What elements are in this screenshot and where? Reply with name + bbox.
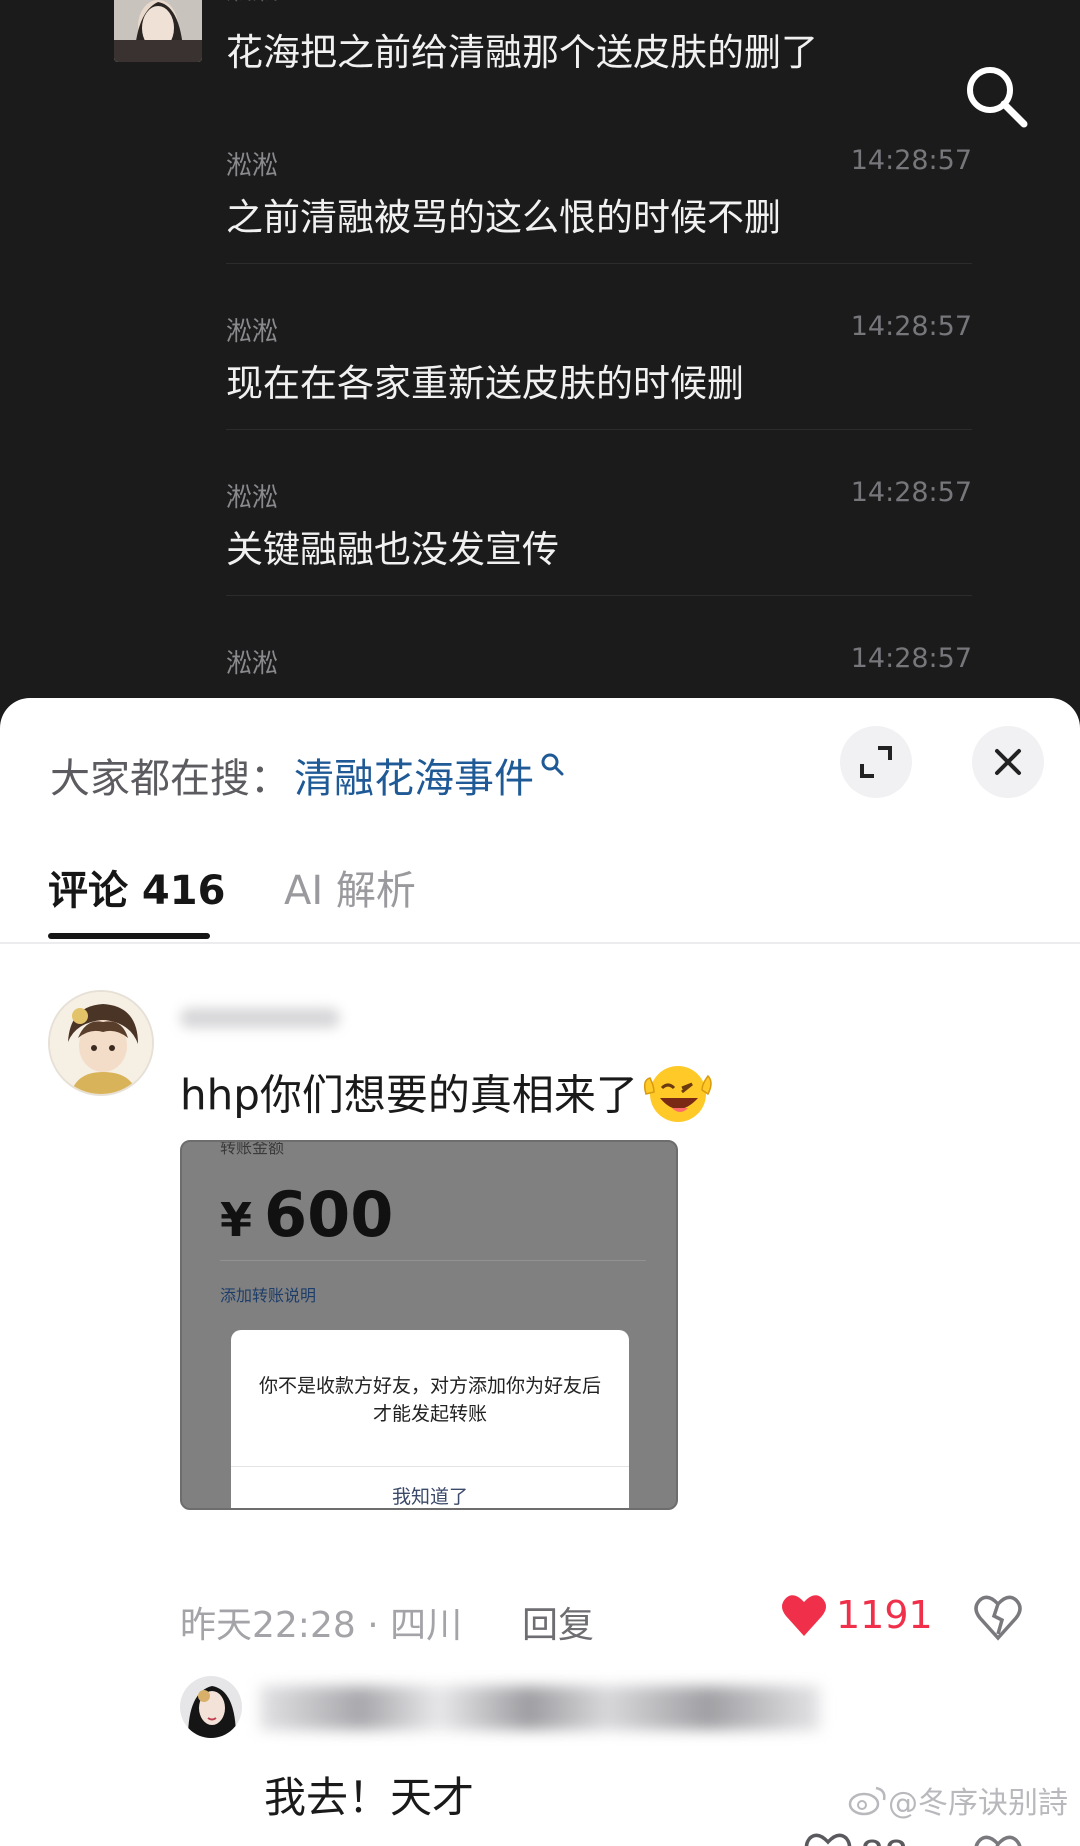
divider [231, 1466, 629, 1467]
divider [226, 263, 972, 264]
divider [220, 1260, 646, 1261]
tab-active-indicator [48, 933, 210, 939]
image-dialog: 你不是收款方好友，对方添加你为好友后才能发起转账 我知道了 [231, 1330, 629, 1508]
search-icon[interactable] [960, 60, 1032, 132]
comment-image[interactable]: 转账金额 ¥600 添加转账说明 你不是收款方好友，对方添加你为好友后才能发起转… [180, 1140, 678, 1510]
like-button[interactable]: 88 [804, 1832, 908, 1846]
chat-avatar [114, 0, 202, 62]
like-count: 88 [860, 1833, 908, 1846]
chat-background: 淞淞 14:28:57 花海把之前给清融那个送皮肤的删了 淞淞 14:28:57… [0, 0, 1080, 720]
close-icon [995, 749, 1021, 775]
divider [226, 595, 972, 596]
avatar[interactable] [180, 1676, 242, 1738]
avatar[interactable] [48, 990, 154, 1096]
weibo-logo-icon [848, 1786, 886, 1816]
heart-outline-icon [804, 1833, 852, 1846]
watermark-text: @冬序诀别詩 [888, 1786, 1068, 1821]
dislike-icon[interactable] [974, 1594, 1022, 1642]
image-dialog-button: 我知道了 [391, 1486, 468, 1508]
expand-icon [860, 746, 892, 778]
laughing-wink-emoji-icon [642, 1060, 716, 1136]
comment-time-location: 昨天22:28 · 四川 [180, 1605, 463, 1646]
watermark: @冬序诀别詩 [848, 1778, 1068, 1822]
image-note-link: 添加转账说明 [220, 1286, 317, 1305]
username-redacted [180, 1008, 340, 1028]
dislike-icon[interactable] [974, 1834, 1022, 1846]
chat-message-text: 关键融融也没发宣传 [226, 528, 559, 571]
chat-time: 14:28:57 [851, 0, 972, 1]
reply-text: 我去！天才 [264, 1773, 475, 1822]
small-search-icon [541, 753, 564, 776]
currency-symbol: ¥ [220, 1193, 253, 1247]
tab-comments[interactable]: 评论 416 [48, 858, 225, 916]
trending-search-term[interactable]: 清融花海事件 [294, 746, 534, 804]
chat-time: 14:28:57 [850, 311, 972, 342]
comments-sheet: 大家都在搜： 清融花海事件 评论 416 AI 解析 hhp你们想要的真相来了 … [0, 698, 1080, 1846]
chat-message-text: 之前清融被骂的这么恨的时候不删 [226, 196, 781, 239]
image-dialog-text: 你不是收款方好友，对方添加你为好友后才能发起转账 [259, 1375, 602, 1425]
chat-time: 14:28:57 [850, 477, 972, 508]
chat-sender: 淞淞 [226, 649, 279, 679]
reply-username-redacted [260, 1686, 820, 1730]
heart-filled-icon [782, 1595, 826, 1636]
reply-button[interactable]: 回复 [522, 1596, 594, 1648]
trending-search[interactable]: 大家都在搜： 清融花海事件 [50, 740, 566, 810]
divider [226, 429, 972, 430]
chat-sender: 淞淞 [226, 317, 279, 347]
chat-sender: 淞淞 [226, 483, 279, 513]
reply-button[interactable]: 回复 [604, 1836, 676, 1846]
like-count: 1191 [836, 1593, 933, 1637]
chat-time: 14:28:57 [850, 643, 972, 674]
tab-bar: 评论 416 AI 解析 [0, 828, 1080, 944]
image-top-label: 转账金额 [220, 1140, 285, 1157]
trending-search-prefix: 大家都在搜： [50, 756, 290, 802]
tab-ai-analysis[interactable]: AI 解析 [284, 858, 416, 916]
comment-text-content: hhp你们想要的真相来了 [180, 1070, 638, 1120]
chat-message-text: 现在在各家重新送皮肤的时候删 [226, 362, 744, 405]
close-button[interactable] [972, 726, 1044, 798]
amount-value: 600 [264, 1178, 394, 1251]
chat-sender: 淞淞 [226, 151, 279, 181]
image-amount: ¥600 [220, 1178, 393, 1251]
chat-time: 14:28:57 [850, 145, 972, 176]
chat-sender: 淞淞 [226, 0, 278, 7]
comment-text: hhp你们想要的真相来了 [180, 1060, 716, 1136]
like-button[interactable]: 1191 [780, 1592, 933, 1638]
chat-message-text: 花海把之前给清融那个送皮肤的删了 [226, 31, 818, 74]
reply-time-location: 昨天22:29 · 江苏 [264, 1836, 546, 1846]
expand-button[interactable] [840, 726, 912, 798]
